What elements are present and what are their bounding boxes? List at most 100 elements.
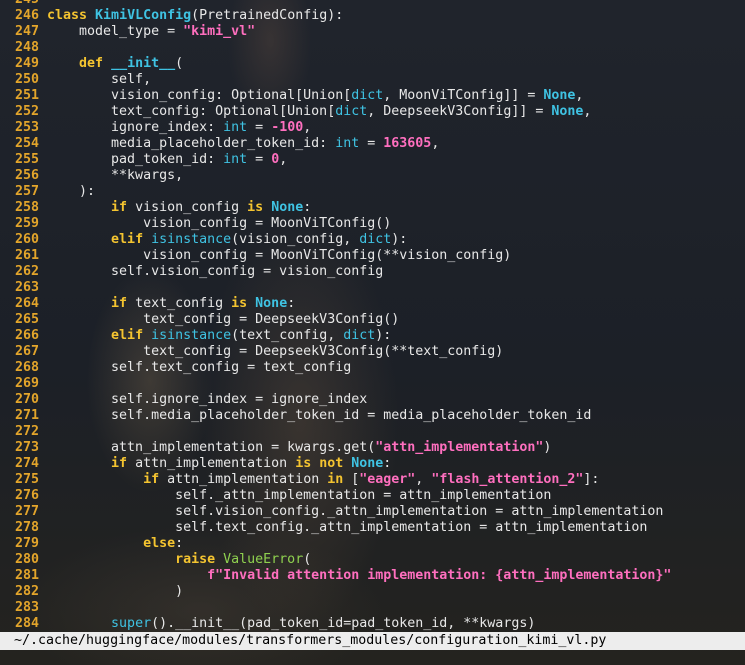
code-line[interactable]: 263 <box>0 280 745 296</box>
code-line[interactable]: 245 <box>0 0 745 8</box>
code-token: KimiVLConfig <box>95 8 192 23</box>
code-line[interactable]: 276 self._attn_implementation = attn_imp… <box>0 488 745 504</box>
line-number: 257 <box>14 184 39 199</box>
line-number: 282 <box>14 584 39 599</box>
code-token: ): <box>391 232 408 247</box>
code-line[interactable]: 249 def __init__( <box>0 56 745 72</box>
code-token: ): <box>375 328 392 343</box>
code-token: media_placeholder_token_id: <box>47 136 336 151</box>
code-line[interactable]: 251 vision_config: Optional[Union[dict, … <box>0 88 745 104</box>
code-token: ignore_index: <box>47 120 224 135</box>
line-number: 262 <box>14 264 39 279</box>
code-token: : <box>303 200 312 215</box>
code-token: ().__init__(pad_token_id=pad_token_id, *… <box>151 616 536 631</box>
code-line[interactable]: 279 else: <box>0 536 745 552</box>
line-number: 263 <box>14 280 39 295</box>
code-token: isinstance <box>151 232 232 247</box>
code-line[interactable]: 255 pad_token_id: int = 0, <box>0 152 745 168</box>
code-token: [ <box>343 472 360 487</box>
code-token: (text_config, <box>231 328 344 343</box>
line-number: 256 <box>14 168 39 183</box>
code-token: is <box>247 200 264 215</box>
code-token: int <box>223 152 248 167</box>
line-number: 258 <box>14 200 39 215</box>
code-token: None <box>271 200 304 215</box>
code-view[interactable]: 245246 class KimiVLConfig(PretrainedConfi… <box>0 0 745 632</box>
code-token: text_config = DeepseekV3Config() <box>47 312 400 327</box>
line-number: 248 <box>14 40 39 55</box>
code-line[interactable]: 266 elif isinstance(text_config, dict): <box>0 328 745 344</box>
code-line[interactable]: 246 class KimiVLConfig(PretrainedConfig): <box>0 8 745 24</box>
line-number: 274 <box>14 456 39 471</box>
code-token: vision_config = MoonViTConfig(**vision_c… <box>47 248 512 263</box>
code-token: ( <box>175 56 184 71</box>
terminal-window[interactable]: 245246 class KimiVLConfig(PretrainedConfi… <box>0 0 745 665</box>
code-token: ValueError <box>223 552 304 567</box>
code-line[interactable]: 275 if attn_implementation in ["eager", … <box>0 472 745 488</box>
code-token: f"Invalid attention implementation: {att… <box>207 568 672 583</box>
code-line[interactable]: 274 if attn_implementation is not None: <box>0 456 745 472</box>
code-line[interactable]: 273 attn_implementation = kwargs.get("at… <box>0 440 745 456</box>
code-line[interactable]: 258 if vision_config is None: <box>0 200 745 216</box>
code-token: self.text_config = text_config <box>47 360 352 375</box>
code-line[interactable]: 267 text_config = DeepseekV3Config(**tex… <box>0 344 745 360</box>
code-token: -100 <box>271 120 304 135</box>
code-token: None <box>543 88 576 103</box>
line-number: 280 <box>14 552 39 567</box>
code-line[interactable]: 252 text_config: Optional[Union[dict, De… <box>0 104 745 120</box>
line-number: 254 <box>14 136 39 151</box>
code-line[interactable]: 254 media_placeholder_token_id: int = 16… <box>0 136 745 152</box>
code-line[interactable]: 265 text_config = DeepseekV3Config() <box>0 312 745 328</box>
code-line[interactable]: 256 **kwargs, <box>0 168 745 184</box>
line-number: 246 <box>14 8 39 23</box>
code-token: None <box>551 104 584 119</box>
code-line[interactable]: 281 f"Invalid attention implementation: … <box>0 568 745 584</box>
code-token: , DeepseekV3Config]] = <box>367 104 552 119</box>
code-token: is not <box>295 456 344 471</box>
code-line[interactable]: 257 ): <box>0 184 745 200</box>
code-line[interactable]: 260 elif isinstance(vision_config, dict)… <box>0 232 745 248</box>
code-line[interactable]: 248 <box>0 40 745 56</box>
code-line[interactable]: 253 ignore_index: int = -100, <box>0 120 745 136</box>
code-line[interactable]: 262 self.vision_config = vision_config <box>0 264 745 280</box>
code-line[interactable]: 268 self.text_config = text_config <box>0 360 745 376</box>
code-token: vision_config <box>127 200 248 215</box>
code-line[interactable]: 280 raise ValueError( <box>0 552 745 568</box>
code-line[interactable]: 261 vision_config = MoonViTConfig(**visi… <box>0 248 745 264</box>
line-number: 273 <box>14 440 39 455</box>
code-line[interactable]: 278 self.text_config._attn_implementatio… <box>0 520 745 536</box>
line-number: 277 <box>14 504 39 519</box>
line-number: 271 <box>14 408 39 423</box>
line-number: 276 <box>14 488 39 503</box>
code-line[interactable]: 270 self.ignore_index = ignore_index <box>0 392 745 408</box>
code-token: 163605 <box>383 136 432 151</box>
code-line[interactable]: 277 self.vision_config._attn_implementat… <box>0 504 745 520</box>
line-number: 252 <box>14 104 39 119</box>
code-line[interactable]: 269 <box>0 376 745 392</box>
code-line[interactable]: 283 <box>0 600 745 616</box>
code-line[interactable]: 282 ) <box>0 584 745 600</box>
code-token: self, <box>47 72 152 87</box>
code-token: ) <box>543 440 552 455</box>
line-number: 268 <box>14 360 39 375</box>
code-token: ( <box>303 552 312 567</box>
code-token: else <box>143 536 176 551</box>
code-line[interactable]: 259 vision_config = MoonViTConfig() <box>0 216 745 232</box>
code-line[interactable]: 271 self.media_placeholder_token_id = me… <box>0 408 745 424</box>
code-token: dict <box>335 104 368 119</box>
code-line[interactable]: 250 self, <box>0 72 745 88</box>
code-token: : <box>175 536 184 551</box>
code-line[interactable]: 264 if text_config is None: <box>0 296 745 312</box>
code-line[interactable]: 247 model_type = "kimi_vl" <box>0 24 745 40</box>
code-token: = <box>247 120 272 135</box>
line-number: 245 <box>0 0 39 8</box>
code-line[interactable]: 272 <box>0 424 745 440</box>
code-token: if <box>143 472 160 487</box>
code-line[interactable]: 284 super().__init__(pad_token_id=pad_to… <box>0 616 745 632</box>
